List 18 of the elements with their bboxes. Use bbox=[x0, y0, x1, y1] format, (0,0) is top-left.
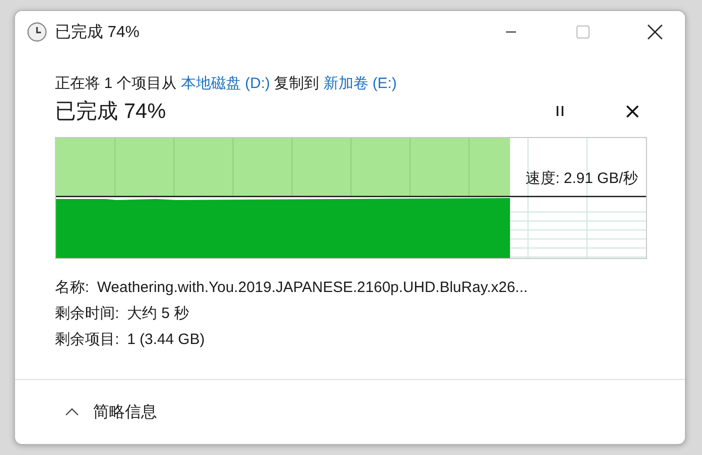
detail-value: Weathering.with.You.2019.JAPANESE.2160p.UHD.BluRay.x26... bbox=[97, 278, 528, 298]
close-icon bbox=[647, 24, 663, 40]
drive-link[interactable]: 新加卷 (E:) bbox=[323, 75, 397, 92]
details-toggle[interactable]: 简略信息 bbox=[59, 398, 163, 426]
detail-label: 名称: bbox=[55, 278, 90, 298]
maximize-icon bbox=[576, 25, 590, 39]
drive-link[interactable]: 本地磁盘 (D:) bbox=[180, 75, 270, 92]
detail-label: 剩余项目: bbox=[55, 330, 120, 350]
copy-description: 正在将 1 个项目从 本地磁盘 (D:) 复制到 新加卷 (E:) bbox=[55, 74, 398, 94]
close-icon bbox=[626, 104, 638, 118]
speed-label: 速度: 2.91 GB/秒 bbox=[525, 169, 638, 188]
clock-icon bbox=[27, 22, 47, 42]
detail-value: 大约 5 秒 bbox=[127, 304, 189, 324]
detail-label: 剩余时间: bbox=[55, 304, 120, 324]
window-title: 已完成 74% bbox=[55, 22, 140, 42]
pause-icon bbox=[554, 105, 566, 117]
progress-status: 已完成 74% bbox=[55, 99, 166, 125]
detail-value: 1 (3.44 GB) bbox=[127, 330, 205, 350]
